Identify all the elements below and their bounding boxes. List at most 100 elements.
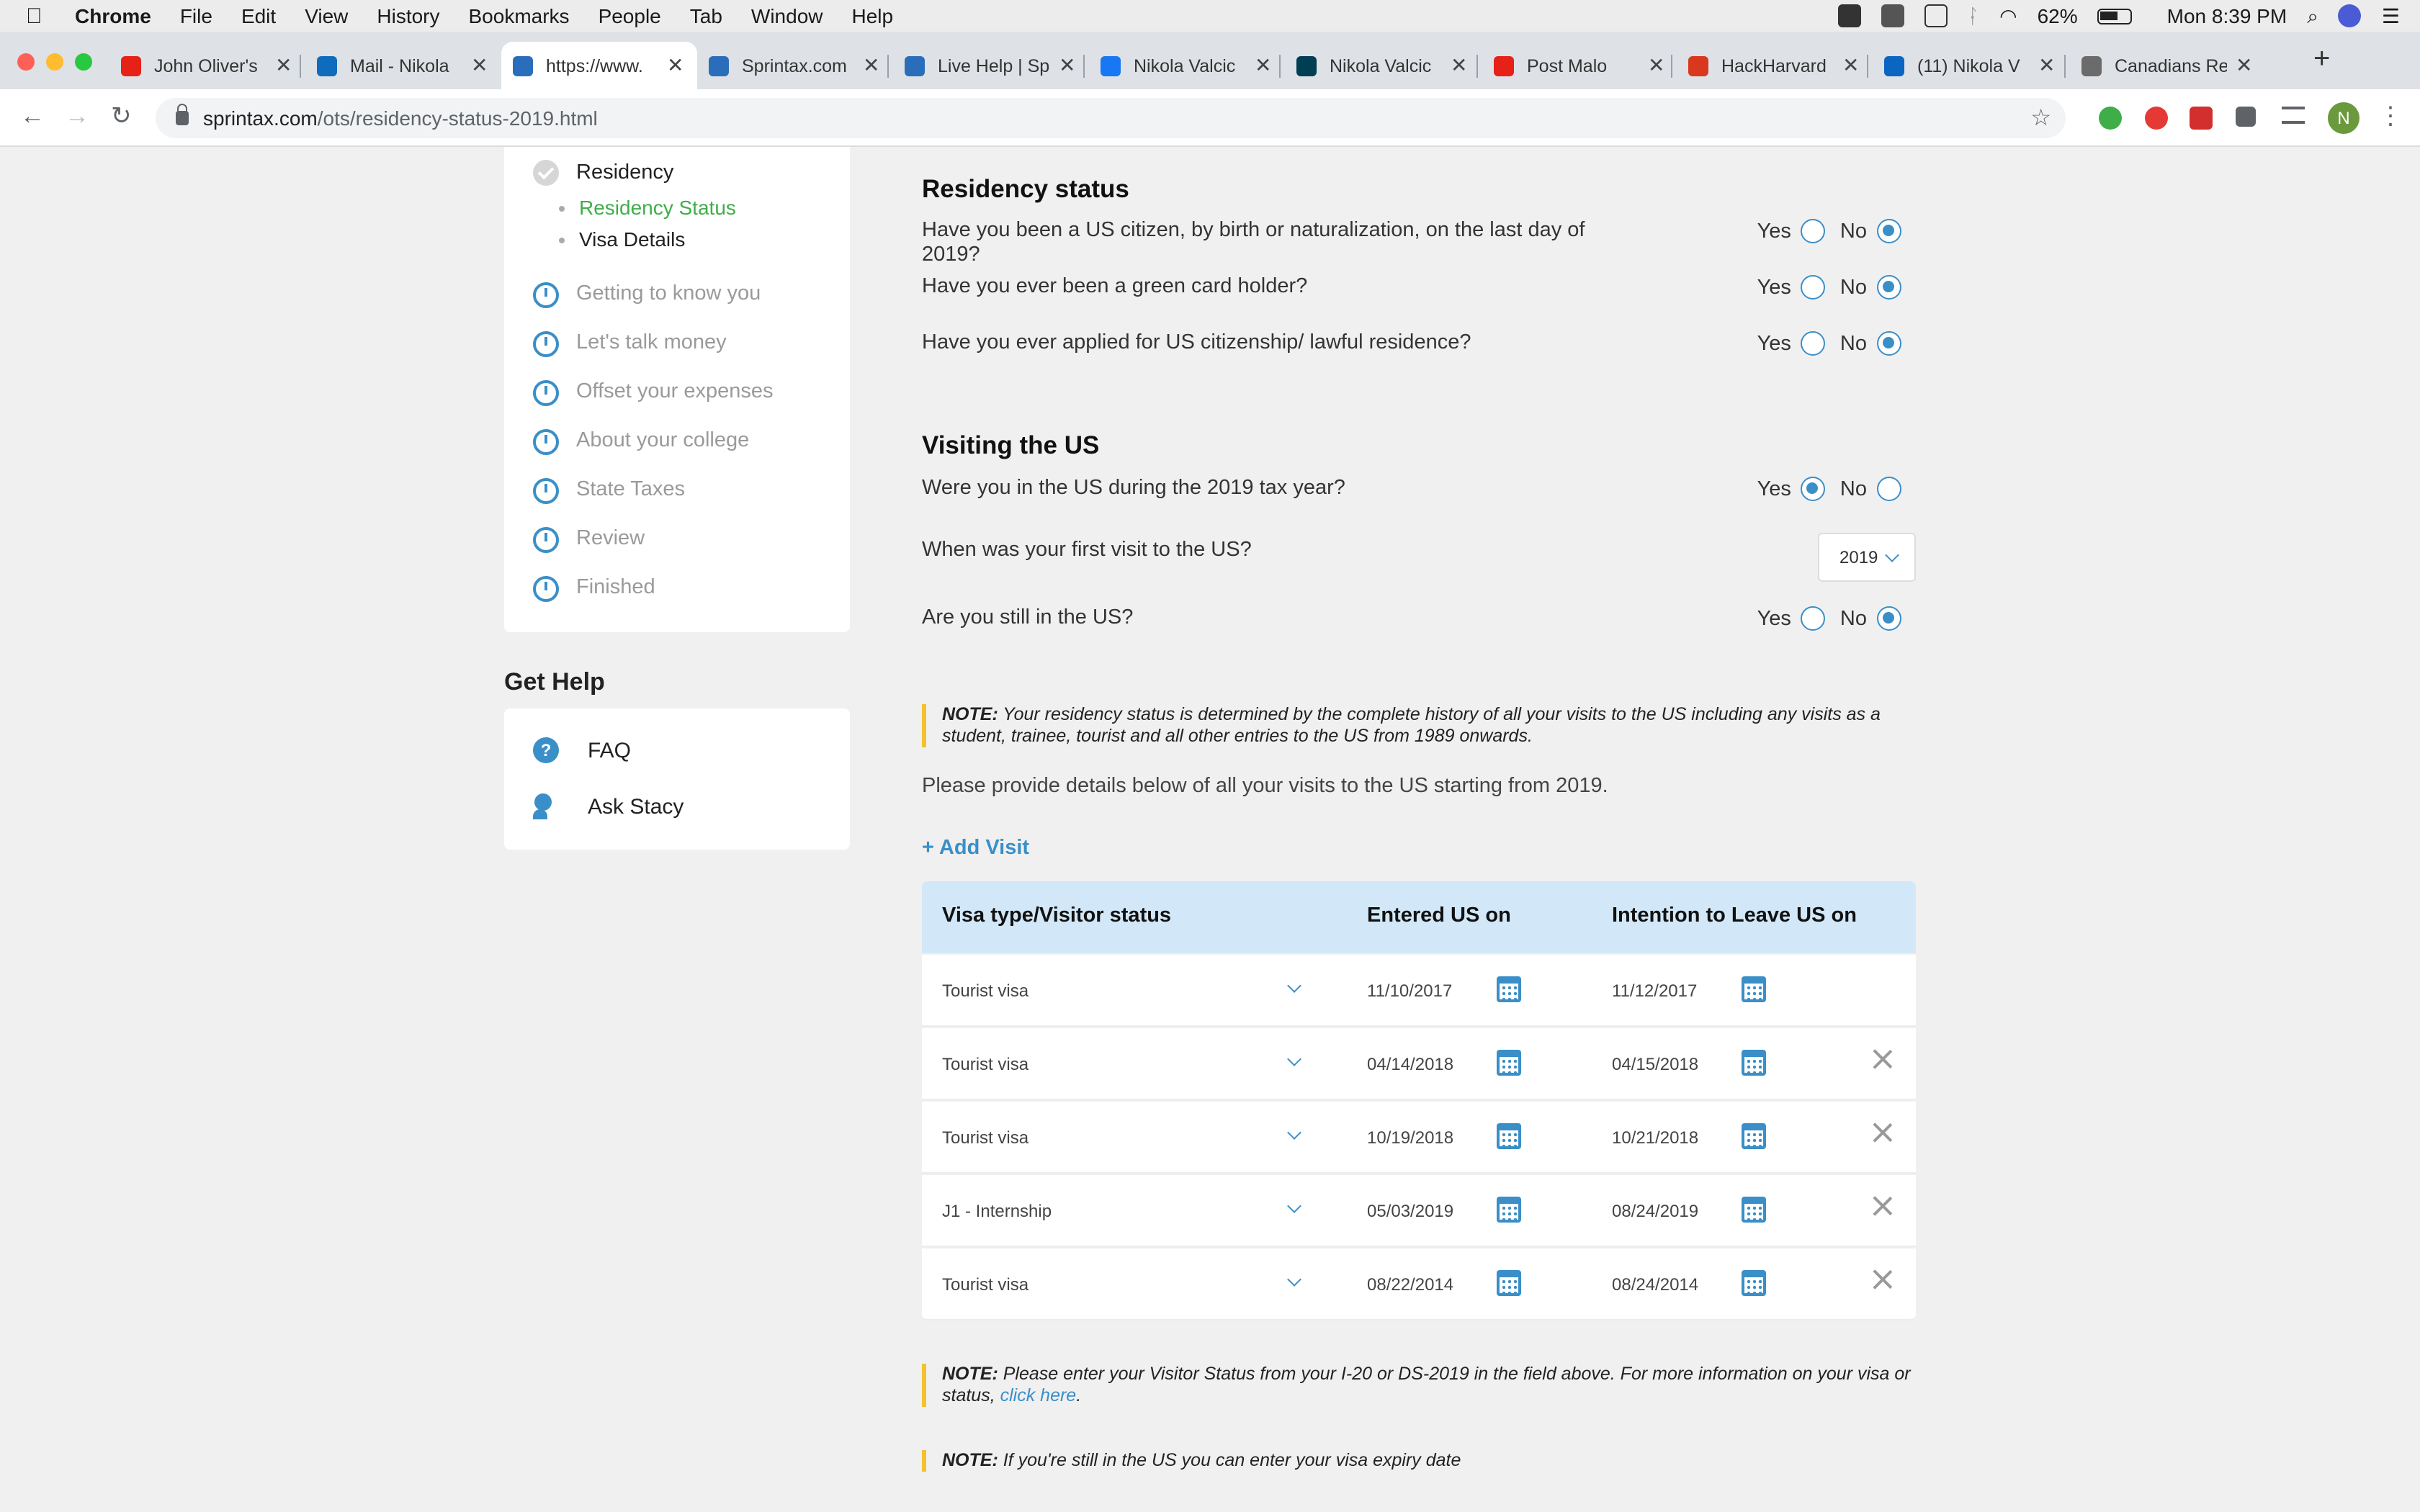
visa-type-select[interactable]: J1 - Internship xyxy=(942,1201,1052,1221)
first-visit-year-select[interactable]: 2019 xyxy=(1818,533,1916,582)
menu-window[interactable]: Window xyxy=(751,4,823,27)
citizenship-yes-radio[interactable] xyxy=(1801,331,1826,356)
calendar-icon[interactable] xyxy=(1742,1123,1766,1149)
bookmark-star-icon[interactable]: ☆ xyxy=(2030,104,2051,132)
spotlight-search-icon[interactable]: ⌕ xyxy=(2307,4,2318,28)
calendar-icon[interactable] xyxy=(1497,1123,1521,1149)
new-tab-button[interactable]: + xyxy=(2313,43,2330,76)
close-tab-icon[interactable]: ✕ xyxy=(1255,53,1271,78)
close-tab-icon[interactable]: ✕ xyxy=(1842,53,1859,78)
chevron-down-icon[interactable] xyxy=(1287,978,1301,993)
close-tab-icon[interactable]: ✕ xyxy=(275,53,292,78)
entered-date-input[interactable]: 11/10/2017 xyxy=(1367,981,1452,1001)
close-tab-icon[interactable]: ✕ xyxy=(471,53,488,78)
close-tab-icon[interactable]: ✕ xyxy=(2236,53,2252,78)
chevron-down-icon[interactable] xyxy=(1287,1199,1301,1213)
menu-help[interactable]: Help xyxy=(852,4,894,27)
lock-icon[interactable] xyxy=(176,104,189,125)
close-tab-icon[interactable]: ✕ xyxy=(2038,53,2055,78)
menu-history[interactable]: History xyxy=(377,4,439,27)
menu-bookmarks[interactable]: Bookmarks xyxy=(469,4,570,27)
sidebar-step[interactable]: Review xyxy=(533,524,645,553)
visa-type-select[interactable]: Tourist visa xyxy=(942,981,1028,1001)
extensions-puzzle-icon[interactable] xyxy=(2236,107,2256,127)
menu-tab[interactable]: Tab xyxy=(690,4,722,27)
wifi-icon[interactable]: ◠ xyxy=(1999,4,2017,28)
browser-tab[interactable]: Nikola Valcic ✕ xyxy=(1089,42,1285,89)
browser-tab[interactable]: Mail - Nikola ✕ xyxy=(305,42,501,89)
calendar-icon[interactable] xyxy=(1742,976,1766,1002)
sidebar-subitem-visa-details[interactable]: Visa Details xyxy=(559,228,685,251)
visa-type-select[interactable]: Tourist visa xyxy=(942,1274,1028,1295)
entered-date-input[interactable]: 05/03/2019 xyxy=(1367,1201,1453,1221)
green-card-no-radio[interactable] xyxy=(1877,275,1901,300)
remove-visit-icon[interactable] xyxy=(1873,1048,1893,1068)
menu-app[interactable]: Chrome xyxy=(75,4,151,27)
still-in-us-yes-radio[interactable] xyxy=(1801,606,1826,631)
airplay-icon[interactable] xyxy=(1924,4,1948,27)
browser-tab[interactable]: Canadians Re ✕ xyxy=(2070,42,2266,89)
chevron-down-icon[interactable] xyxy=(1287,1052,1301,1066)
entered-date-input[interactable]: 10/19/2018 xyxy=(1367,1128,1453,1148)
browser-tab[interactable]: John Oliver's ✕ xyxy=(109,42,305,89)
close-tab-icon[interactable]: ✕ xyxy=(1059,53,1075,78)
extension-video-icon[interactable] xyxy=(2190,107,2213,130)
extension-check-icon[interactable] xyxy=(2099,107,2122,130)
minimize-window-icon[interactable] xyxy=(46,53,63,71)
calendar-icon[interactable] xyxy=(1497,1197,1521,1223)
calendar-icon[interactable] xyxy=(1742,1050,1766,1076)
sidebar-step[interactable]: About your college xyxy=(533,426,749,455)
menubar-clock[interactable]: Mon 8:39 PM xyxy=(2167,4,2287,27)
close-tab-icon[interactable]: ✕ xyxy=(1451,53,1467,78)
browser-tab[interactable]: https://www. ✕ xyxy=(501,42,697,89)
leave-date-input[interactable]: 10/21/2018 xyxy=(1612,1128,1698,1148)
sidebar-step[interactable]: Let's talk money xyxy=(533,328,727,357)
calendar-icon[interactable] xyxy=(1742,1270,1766,1296)
extension-adblock-icon[interactable] xyxy=(2145,107,2168,130)
menu-edit[interactable]: Edit xyxy=(241,4,276,27)
leave-date-input[interactable]: 04/15/2018 xyxy=(1612,1054,1698,1074)
siri-icon[interactable] xyxy=(2338,4,2362,27)
ask-stacy-link[interactable]: Ask Stacy xyxy=(533,793,684,819)
profile-avatar[interactable]: N xyxy=(2328,102,2360,134)
chevron-down-icon[interactable] xyxy=(1287,1125,1301,1140)
browser-tab[interactable]: Post Malo ✕ xyxy=(1482,42,1678,89)
click-here-link[interactable]: click here xyxy=(1000,1385,1077,1405)
still-in-us-no-radio[interactable] xyxy=(1877,606,1901,631)
calendar-icon[interactable] xyxy=(1742,1197,1766,1223)
visa-type-select[interactable]: Tourist visa xyxy=(942,1128,1028,1148)
sidebar-step[interactable]: State Taxes xyxy=(533,475,685,504)
chrome-menu-icon[interactable]: ⋮ xyxy=(2378,102,2403,131)
address-bar[interactable]: sprintax.com/ots/residency-status-2019.h… xyxy=(156,98,2066,138)
leave-date-input[interactable]: 11/12/2017 xyxy=(1612,981,1697,1001)
back-arrow-icon[interactable]: ← xyxy=(20,102,45,131)
chevron-down-icon[interactable] xyxy=(1287,1272,1301,1287)
in-us-2019-no-radio[interactable] xyxy=(1877,477,1901,501)
battery-icon[interactable] xyxy=(2097,8,2133,24)
sidebar-step[interactable]: Finished xyxy=(533,573,655,602)
close-window-icon[interactable] xyxy=(17,53,35,71)
close-tab-icon[interactable]: ✕ xyxy=(1648,53,1664,78)
apple-icon[interactable]:  xyxy=(26,4,55,28)
calendar-icon[interactable] xyxy=(1497,1270,1521,1296)
entered-date-input[interactable]: 08/22/2014 xyxy=(1367,1274,1453,1295)
control-center-icon[interactable]: ☰ xyxy=(2382,4,2400,28)
media-control-icon[interactable] xyxy=(2282,107,2305,124)
browser-tab[interactable]: Live Help | Sp ✕ xyxy=(893,42,1089,89)
close-tab-icon[interactable]: ✕ xyxy=(863,53,879,78)
browser-tab[interactable]: Sprintax.com ✕ xyxy=(697,42,893,89)
menu-people[interactable]: People xyxy=(599,4,661,27)
citizenship-no-radio[interactable] xyxy=(1877,331,1901,356)
faq-link[interactable]: ? FAQ xyxy=(533,737,631,763)
visa-type-select[interactable]: Tourist visa xyxy=(942,1054,1028,1074)
reload-icon[interactable]: ↻ xyxy=(111,102,132,131)
remove-visit-icon[interactable] xyxy=(1873,1269,1893,1289)
us-citizen-no-radio[interactable] xyxy=(1877,219,1901,243)
leave-date-input[interactable]: 08/24/2014 xyxy=(1612,1274,1698,1295)
remove-visit-icon[interactable] xyxy=(1873,1122,1893,1142)
menu-view[interactable]: View xyxy=(305,4,348,27)
remove-visit-icon[interactable] xyxy=(1873,1195,1893,1215)
entered-date-input[interactable]: 04/14/2018 xyxy=(1367,1054,1453,1074)
menu-file[interactable]: File xyxy=(180,4,212,27)
browser-tab[interactable]: HackHarvard ✕ xyxy=(1677,42,1873,89)
